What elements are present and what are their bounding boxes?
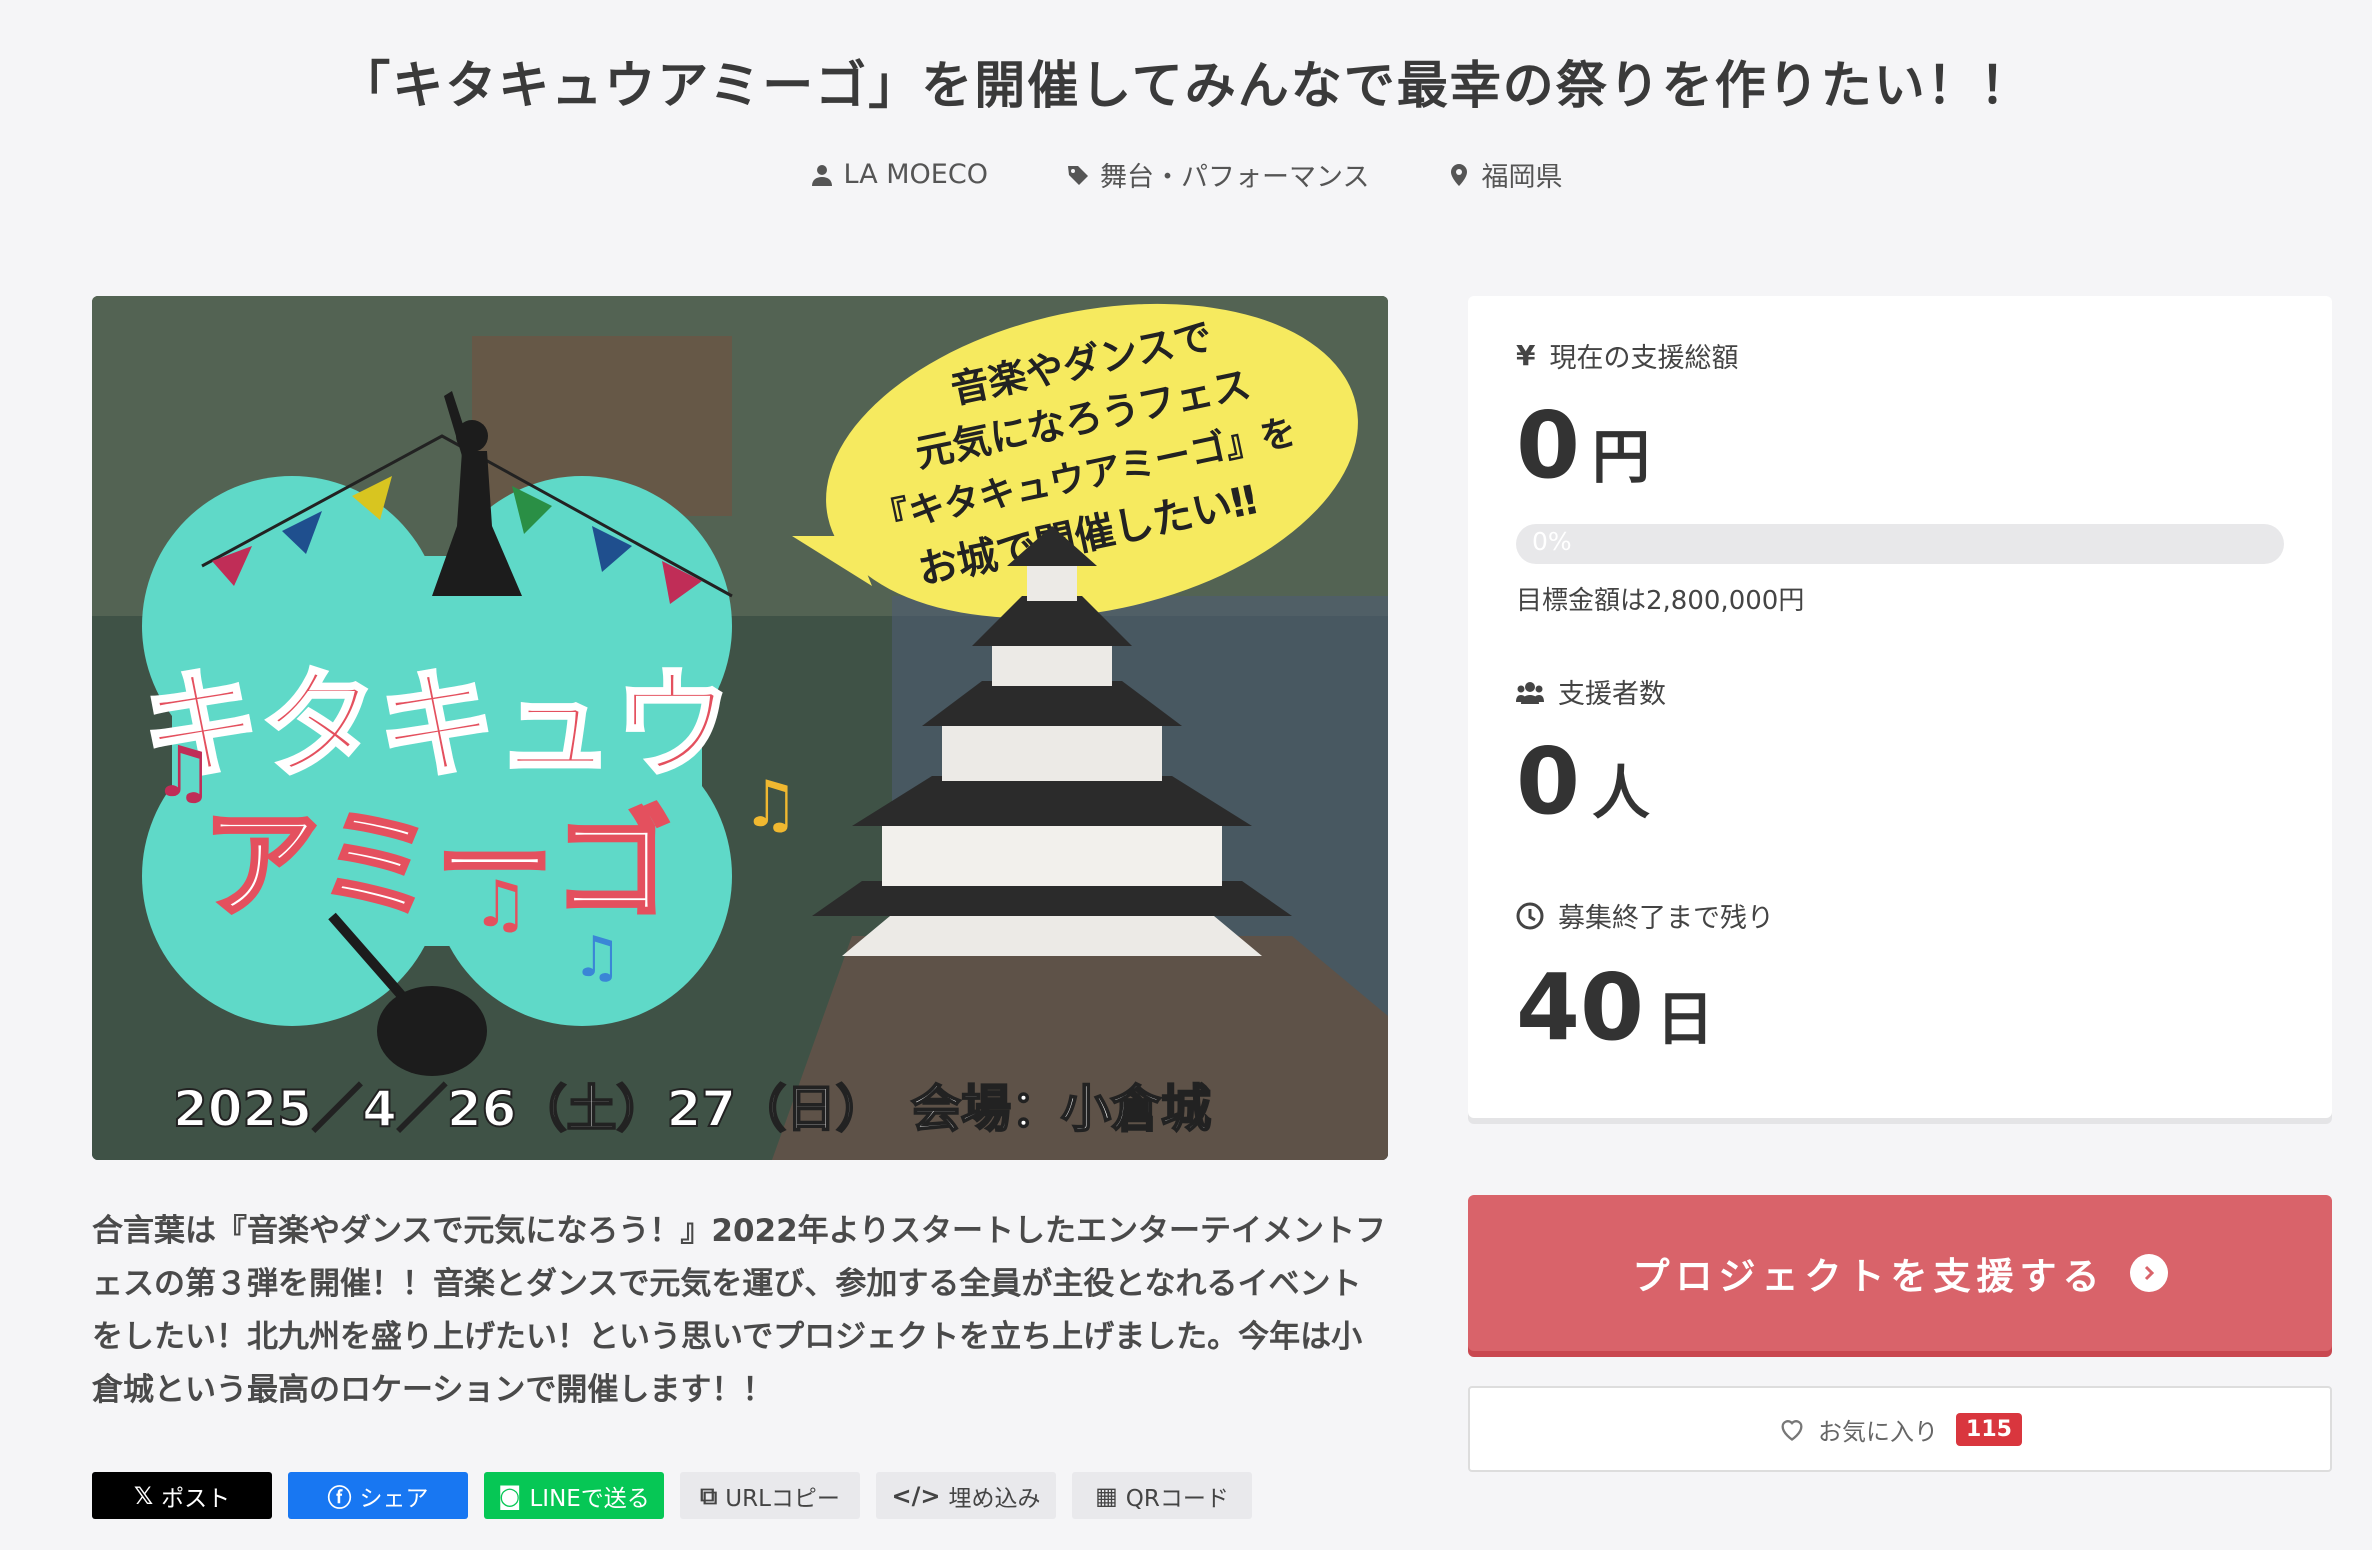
facebook-icon: ⓕ — [327, 1484, 352, 1512]
progress-percent: 0% — [1532, 527, 1572, 556]
funding-progress-bar: 0% — [1516, 524, 2284, 564]
yen-icon: ¥ — [1516, 339, 1536, 372]
supporters-number: 0 — [1516, 728, 1581, 835]
embed-label: 埋め込み — [948, 1485, 1041, 1512]
project-hero-image: キタキュウ アミーゴ ♫ ♫ ♫ ♫ 音楽やダンスで 元気になろうフェス 『キタ… — [92, 296, 1388, 1160]
supporters-label: 支援者数 — [1516, 672, 1666, 711]
share-facebook-button[interactable]: ⓕ シェア — [288, 1472, 468, 1519]
logo-line-1: キタキュウ — [142, 656, 732, 794]
supporters-unit: 人 — [1592, 759, 1651, 827]
share-x-button[interactable]: 𝕏 ポスト — [92, 1472, 272, 1519]
clock-icon — [1516, 902, 1544, 929]
chevron-right-icon — [2129, 1254, 2168, 1292]
hero-illustration: キタキュウ アミーゴ ♫ ♫ ♫ ♫ 音楽やダンスで 元気になろうフェス 『キタ… — [92, 296, 1388, 1160]
x-logo-icon: 𝕏 — [133, 1481, 154, 1510]
project-description: 合言葉は『音楽やダンスで元気になろう！』2022年よりスタートしたエンターテイメ… — [92, 1213, 1387, 1408]
logo-line-2: アミーゴ — [202, 796, 672, 934]
share-line-label: LINEで送る — [529, 1485, 650, 1512]
support-project-label: プロジェクトを支援する — [1632, 1255, 2106, 1298]
code-icon: </> — [891, 1481, 941, 1510]
amount-label-text: 現在の支援総額 — [1549, 343, 1739, 374]
author-link[interactable]: LA MOECO — [810, 155, 988, 194]
copy-icon: ⧉ — [700, 1481, 718, 1510]
amount-unit: 円 — [1592, 423, 1651, 491]
category-name: 舞台・パフォーマンス — [1099, 162, 1370, 193]
favorite-label: お気に入り — [1818, 1417, 1939, 1446]
amount-number: 0 — [1516, 392, 1581, 499]
remaining-value: 40 日 — [1516, 962, 1714, 1056]
share-facebook-label: シェア — [359, 1485, 429, 1512]
heart-icon — [1781, 1420, 1803, 1441]
remaining-unit: 日 — [1656, 985, 1715, 1053]
remaining-label: 募集終了まで残り — [1516, 896, 1774, 935]
qr-code-icon: ▦ — [1095, 1481, 1118, 1510]
line-icon: ◙ — [498, 1481, 522, 1510]
user-icon — [811, 164, 832, 186]
share-line-button[interactable]: ◙ LINEで送る — [484, 1472, 664, 1519]
share-buttons: 𝕏 ポスト ⓕ シェア ◙ LINEで送る ⧉ URLコピー </> 埋め込み … — [92, 1472, 1252, 1519]
amount-value: 0 円 — [1516, 400, 1650, 494]
favorite-button[interactable]: お気に入り 115 — [1468, 1386, 2332, 1472]
remaining-label-text: 募集終了まで残り — [1558, 903, 1774, 934]
music-note-icon: ♫ — [742, 768, 799, 842]
favorite-count-badge: 115 — [1956, 1412, 2022, 1446]
category-link[interactable]: 舞台・パフォーマンス — [1066, 155, 1369, 194]
location-name: 福岡県 — [1481, 162, 1563, 193]
qr-code-label: QRコード — [1125, 1485, 1229, 1512]
supporters-value: 0 人 — [1516, 736, 1650, 830]
support-project-button[interactable]: プロジェクトを支援する — [1468, 1195, 2332, 1351]
qr-code-button[interactable]: ▦ QRコード — [1072, 1472, 1252, 1519]
users-icon — [1516, 681, 1544, 704]
supporters-label-text: 支援者数 — [1558, 679, 1666, 710]
location-link[interactable]: 福岡県 — [1447, 155, 1562, 194]
project-meta: LA MOECO 舞台・パフォーマンス 福岡県 — [0, 155, 2372, 194]
goal-amount: 目標金額は2,800,000円 — [1516, 586, 1805, 616]
embed-button[interactable]: </> 埋め込み — [876, 1472, 1056, 1519]
copy-url-button[interactable]: ⧉ URLコピー — [680, 1472, 860, 1519]
tag-icon — [1067, 165, 1088, 185]
event-date-venue: 2025／4／26（土）27（日） 会場：小倉城 — [173, 1080, 1211, 1138]
copy-url-label: URLコピー — [725, 1485, 840, 1512]
amount-label: ¥ 現在の支援総額 — [1516, 336, 1738, 375]
author-name: LA MOECO — [843, 159, 988, 190]
remaining-number: 40 — [1516, 954, 1645, 1061]
funding-stats-card: ¥ 現在の支援総額 0 円 0% 目標金額は2,800,000円 支援者数 0 … — [1468, 296, 2332, 1118]
music-note-icon: ♫ — [572, 925, 622, 990]
location-pin-icon — [1451, 163, 1468, 186]
music-note-icon: ♫ — [472, 868, 529, 942]
music-note-icon: ♫ — [152, 731, 215, 813]
project-title: 「キタキュウアミーゴ」を開催してみんなで最幸の祭りを作りたい！！ — [339, 57, 2033, 116]
share-x-label: ポスト — [161, 1485, 231, 1512]
